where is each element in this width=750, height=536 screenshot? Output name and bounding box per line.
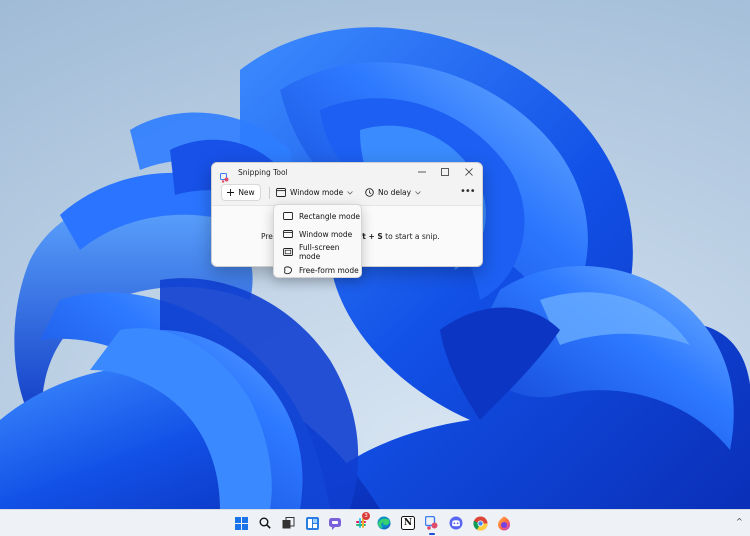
toolbar: New Window mode No delay •••	[212, 181, 482, 205]
menu-item-label: Rectangle mode	[299, 211, 361, 221]
notion-glyph: N	[403, 518, 413, 528]
freeform-icon	[283, 265, 293, 275]
chevron-down-icon	[347, 190, 354, 195]
window-title: Snipping Tool	[238, 168, 288, 177]
teams-chat-icon[interactable]	[328, 515, 344, 531]
title-bar[interactable]: Snipping Tool	[212, 163, 482, 183]
window-mode-icon	[276, 188, 286, 197]
new-snip-button[interactable]: New	[221, 184, 261, 201]
slack-badge: 3	[362, 512, 370, 520]
delay-label: No delay	[378, 188, 412, 197]
notion-icon[interactable]: N	[400, 515, 416, 531]
clock-icon	[365, 188, 374, 197]
slack-icon[interactable]: 3	[353, 512, 370, 531]
maximize-button[interactable]	[433, 164, 457, 180]
system-tray-overflow-chevron-icon[interactable]: ^	[736, 517, 743, 526]
task-view-icon[interactable]	[280, 515, 296, 531]
close-icon	[465, 168, 473, 176]
menu-item-window-mode[interactable]: Window mode	[274, 225, 361, 243]
snip-mode-menu: Rectangle mode Window mode Full-screen m…	[273, 204, 362, 278]
menu-item-label: Free-form mode	[299, 265, 359, 275]
menu-item-fullscreen-mode[interactable]: Full-screen mode	[274, 243, 361, 261]
widgets-icon[interactable]	[304, 515, 320, 531]
rectangle-icon	[283, 211, 293, 221]
hint-text-end: ft + S to start a snip.	[359, 232, 440, 241]
windows-start-icon[interactable]	[233, 515, 249, 531]
chevron-down-icon	[415, 190, 421, 195]
minimize-icon	[418, 171, 426, 173]
minimize-button[interactable]	[410, 164, 434, 180]
menu-item-label: Full-screen mode	[299, 243, 340, 261]
window-icon	[283, 229, 293, 239]
hint-shortcut-key: ft + S	[359, 232, 383, 241]
menu-item-freeform-mode[interactable]: Free-form mode	[274, 261, 361, 279]
close-button[interactable]	[457, 164, 481, 180]
edge-icon[interactable]	[376, 515, 392, 531]
taskbar: 3 N ^	[0, 509, 750, 536]
toolbar-divider	[269, 187, 270, 199]
chrome-icon[interactable]	[472, 515, 488, 531]
hint-text-start: Pre	[261, 232, 273, 241]
search-icon[interactable]	[257, 515, 273, 531]
delay-dropdown[interactable]: No delay	[365, 184, 421, 201]
menu-item-label: Window mode	[299, 229, 353, 239]
discord-icon[interactable]	[448, 515, 464, 531]
fullscreen-icon	[283, 247, 293, 257]
plus-icon	[227, 189, 235, 196]
snip-mode-label: Window mode	[290, 188, 344, 197]
snipping-tool-app-icon	[220, 168, 230, 183]
hint-text-suffix: to start a snip.	[382, 232, 440, 241]
new-snip-label: New	[238, 188, 255, 197]
snip-mode-dropdown[interactable]: Window mode	[276, 184, 354, 201]
snipping-tool-icon[interactable]	[424, 515, 440, 535]
menu-item-rectangle-mode[interactable]: Rectangle mode	[274, 207, 361, 225]
maximize-icon	[441, 168, 449, 176]
firefox-icon[interactable]	[496, 515, 512, 531]
more-options-button[interactable]: •••	[460, 186, 476, 197]
